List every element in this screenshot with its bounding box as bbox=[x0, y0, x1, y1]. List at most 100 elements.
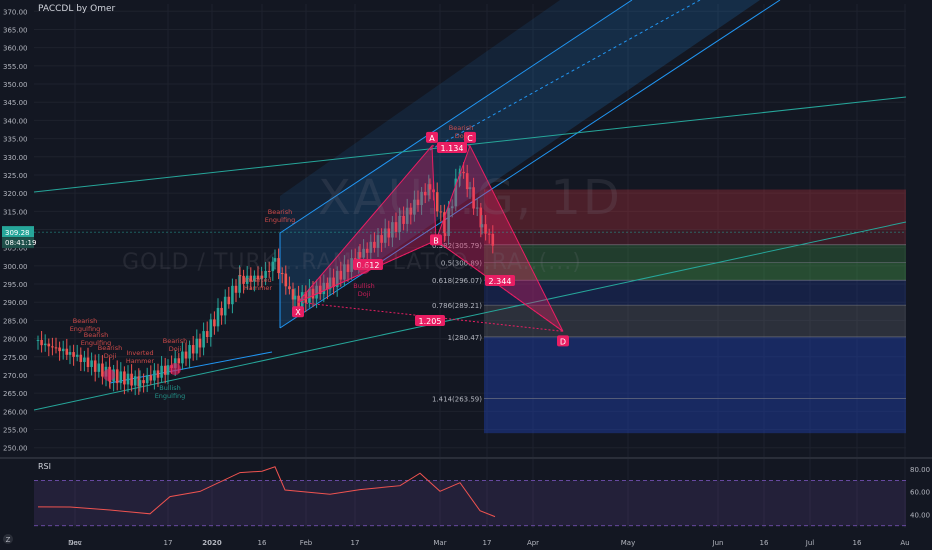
candle-body bbox=[36, 339, 40, 341]
price-axis-label: 345.00 bbox=[3, 99, 28, 107]
price-axis-label: 315.00 bbox=[3, 208, 28, 216]
candle-body bbox=[43, 343, 47, 346]
candle-body bbox=[47, 343, 51, 347]
candle-pattern-text: Bearish bbox=[84, 331, 108, 339]
price-axis-label: 290.00 bbox=[3, 299, 28, 307]
last-price-label: 309.28 bbox=[5, 229, 30, 237]
candle-body bbox=[202, 331, 205, 348]
candle-pattern-text: Bullish bbox=[159, 384, 181, 392]
rsi-title: RSI bbox=[38, 462, 51, 471]
candle-body bbox=[79, 354, 83, 362]
candle-body bbox=[145, 375, 149, 384]
candle-pattern-text: Bearish bbox=[98, 344, 122, 352]
candle-body bbox=[284, 273, 288, 287]
chart-canvas[interactable]: 0.382(305.79)0.5(300.89)0.618(296.07)0.7… bbox=[0, 0, 932, 550]
price-axis-label: 265.00 bbox=[3, 390, 28, 398]
candle-pattern-text: Hammer bbox=[244, 284, 273, 292]
candle-pattern-text: Bearish bbox=[163, 337, 187, 345]
harmonic-ratio-label: 1.134 bbox=[441, 144, 464, 153]
candle-body bbox=[68, 352, 72, 355]
time-axis-label: 17 bbox=[483, 539, 492, 547]
price-axis-label: 355.00 bbox=[3, 63, 28, 71]
candle-body bbox=[213, 319, 216, 327]
harmonic-point-d: D bbox=[557, 335, 569, 347]
candle-body bbox=[61, 348, 65, 352]
time-axis-label: Mar bbox=[433, 539, 446, 547]
price-axis-label: 340.00 bbox=[3, 117, 28, 125]
candle-body bbox=[153, 370, 156, 381]
candle-pattern-text: Doji bbox=[455, 132, 468, 140]
candle-pattern-annotation: BullishDoji bbox=[353, 282, 375, 298]
candle-body bbox=[198, 338, 202, 348]
candle-body bbox=[130, 373, 133, 386]
candle-pattern-text: Doji bbox=[358, 290, 371, 298]
candle-body bbox=[234, 285, 238, 293]
time-axis-label: 16 bbox=[760, 539, 769, 547]
price-axis-label: 350.00 bbox=[3, 81, 28, 89]
price-axis-label: 285.00 bbox=[3, 317, 28, 325]
candle-body bbox=[188, 345, 191, 359]
time-axis-label: 16 bbox=[258, 539, 267, 547]
rsi-axis-label: 40.00 bbox=[910, 511, 930, 519]
candle-pattern-text: Bearish bbox=[268, 208, 292, 216]
pattern-marker bbox=[169, 363, 181, 375]
harmonic-ratio-label: 1.205 bbox=[419, 317, 442, 326]
candle-body bbox=[108, 380, 112, 382]
candle-body bbox=[40, 339, 43, 346]
candle-body bbox=[90, 360, 93, 367]
candle-pattern-annotation: BearishDoji bbox=[163, 337, 187, 353]
price-axis-label: 365.00 bbox=[3, 26, 28, 34]
harmonic-ratio-label: 2.344 bbox=[489, 277, 512, 286]
harmonic-point-b: B bbox=[430, 234, 442, 246]
rsi-band bbox=[34, 480, 906, 526]
candle-body bbox=[195, 338, 199, 354]
candle-body bbox=[160, 365, 163, 378]
candle-pattern-text: Inverted bbox=[244, 276, 271, 284]
price-axis-label: 325.00 bbox=[3, 172, 28, 180]
candle-pattern-text: Bearish bbox=[449, 124, 473, 132]
harmonic-point-label: A bbox=[429, 134, 435, 143]
zoom-button[interactable]: Z bbox=[3, 534, 13, 544]
harmonic-ratio: 1.134 bbox=[437, 142, 467, 153]
price-axis-label: 370.00 bbox=[3, 8, 28, 16]
candle-body bbox=[133, 376, 137, 386]
candle-pattern-text: Engulfing bbox=[265, 216, 296, 224]
zoom-button-label: Z bbox=[6, 536, 11, 544]
candle-body bbox=[97, 363, 101, 372]
time-axis-label: May bbox=[621, 539, 635, 547]
time-axis-label: 17 bbox=[164, 539, 173, 547]
time-axis-label: 16 bbox=[853, 539, 862, 547]
candle-body bbox=[184, 351, 188, 359]
candle-body bbox=[156, 370, 160, 378]
harmonic-point-x: X bbox=[292, 306, 304, 318]
harmonic-ratio: 2.344 bbox=[485, 275, 515, 286]
candle-body bbox=[138, 380, 142, 387]
candle-pattern-text: Bearish bbox=[73, 317, 97, 325]
fib-level-label: 0.786(289.21) bbox=[432, 302, 482, 310]
candle-body bbox=[223, 296, 227, 316]
candle-body bbox=[75, 354, 79, 357]
harmonic-point-label: D bbox=[560, 337, 566, 346]
candle-body bbox=[288, 286, 291, 290]
candle-pattern-annotation: BullishEngulfing bbox=[155, 384, 186, 400]
time-axis-label: Au bbox=[900, 539, 909, 547]
candle-body bbox=[58, 347, 61, 352]
price-axis-label: 255.00 bbox=[3, 427, 28, 435]
symbol-watermark: XAU...G, 1D bbox=[318, 170, 622, 226]
time-axis-label: Feb bbox=[300, 539, 313, 547]
candle-pattern-text: Bullish bbox=[353, 282, 375, 290]
candle-body bbox=[51, 346, 54, 348]
time-axis-label: Jun bbox=[712, 539, 724, 547]
fib-level-label: 0.618(296.07) bbox=[432, 277, 482, 285]
description-watermark: GOLD / TURK...RAM ... LATCO...RA..(...) bbox=[122, 250, 582, 275]
price-axis-label: 270.00 bbox=[3, 372, 28, 380]
pattern-marker bbox=[103, 369, 115, 381]
price-axis-label: 295.00 bbox=[3, 281, 28, 289]
time-axis-label: Dec bbox=[68, 539, 82, 547]
candle-body bbox=[227, 296, 231, 305]
price-axis-label: 335.00 bbox=[3, 136, 28, 144]
candle-pattern-text: Hammer bbox=[126, 357, 155, 365]
price-axis: 370.00 365.00 360.00 355.00 350.00 345.00 340.… bbox=[0, 0, 36, 455]
fib-zone bbox=[484, 229, 906, 245]
time-axis-label: Apr bbox=[527, 539, 539, 547]
